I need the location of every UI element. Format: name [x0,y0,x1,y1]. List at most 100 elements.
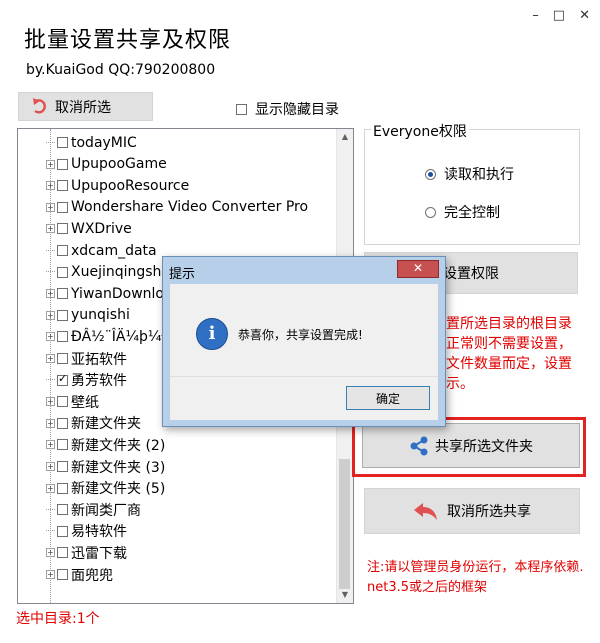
tree-item-label: 迅雷下载 [71,545,127,562]
show-hidden-checkbox[interactable] [236,103,247,115]
show-hidden-toggle[interactable]: 显示隐藏目录 [236,99,339,119]
app-title: 批量设置共享及权限 [24,28,232,53]
expand-icon[interactable]: + [46,310,55,320]
expand-icon[interactable]: + [46,289,55,299]
tree-item[interactable]: + 新建文件夹 [46,413,141,434]
app-subtitle: by.KuaiGod QQ:790200800 [26,62,216,78]
tree-connector [46,530,55,532]
share-folders-button[interactable]: 共享所选文件夹 [362,423,580,468]
tree-item-label: 亚拓软件 [71,351,127,368]
expand-icon[interactable]: + [46,548,55,558]
tree-item[interactable]: Xuejinqingsh [46,262,161,283]
cancel-select-button[interactable]: 取消所选 [18,92,153,121]
radio-full-control-label: 完全控制 [444,205,500,221]
tree-item[interactable]: + UpupooResource [46,175,189,196]
tree-item-checkbox[interactable] [57,396,68,408]
tree-item-checkbox[interactable] [57,201,68,213]
tree-item-label: YiwanDownlo [71,285,164,302]
tree-item[interactable]: + UpupooGame [46,154,167,175]
expand-icon[interactable]: + [46,159,55,169]
dialog-body: i 恭喜你，共享设置完成! 确定 [170,284,438,420]
share-icon [410,436,428,455]
tree-item[interactable]: todayMIC [46,132,137,153]
close-button[interactable]: ✕ [579,8,590,23]
tree-connector [46,141,55,144]
tree-item[interactable]: + 新建文件夹 (2) [46,434,165,455]
tree-item[interactable]: + ĐÂ½¨ÎÄ¼þ¼Ð [46,326,172,347]
status-selected-count: 选中目录:1个 [16,611,100,627]
tree-item[interactable]: 易特软件 [46,521,127,542]
tree-item-checkbox[interactable] [57,331,68,343]
tree-item-checkbox[interactable] [57,288,68,300]
expand-icon[interactable]: + [46,332,55,342]
tree-item-label: yunqishi [71,307,130,324]
scroll-up-arrow-icon[interactable]: ▲ [337,129,353,145]
window-controls: – □ ✕ [532,8,590,23]
set-permission-label: 设置权限 [443,266,499,282]
tree-item-checkbox[interactable] [57,439,68,451]
expand-icon[interactable]: + [46,397,55,407]
tree-item-checkbox[interactable] [57,461,68,472]
tree-item-label: 新建文件夹 [71,416,141,433]
expand-icon[interactable]: + [46,483,55,493]
tree-item[interactable]: + yunqishi [46,305,130,326]
info-icon: i [196,318,228,350]
tree-item[interactable]: + 新建文件夹 (3) [46,456,165,477]
expand-icon[interactable]: + [46,440,55,450]
tree-item-checkbox[interactable] [57,482,68,494]
tree-item[interactable]: + Wondershare Video Converter Pro [46,197,308,218]
tree-item[interactable]: + 亚拓软件 [46,348,127,369]
tree-item[interactable]: + 新建文件夹 (5) [46,478,165,499]
expand-icon[interactable]: + [46,224,55,234]
tree-connector [46,508,55,511]
scroll-down-arrow-icon[interactable]: ▼ [337,587,353,603]
tree-item-checkbox[interactable] [57,266,68,278]
tree-item[interactable]: xdcam_data [46,240,157,261]
expand-icon[interactable]: + [46,181,55,191]
expand-icon[interactable]: + [46,202,55,212]
tree-item-checkbox[interactable] [57,180,68,192]
tree-item[interactable]: + WXDrive [46,218,132,239]
tree-item-checkbox[interactable] [57,372,68,386]
tree-item-checkbox[interactable] [57,223,68,235]
tree-item-checkbox[interactable] [57,309,68,321]
tree-item-checkbox[interactable] [57,137,68,148]
tree-item-checkbox[interactable] [57,569,68,580]
ok-button[interactable]: 确定 [346,386,430,410]
tree-item-checkbox[interactable] [57,245,68,256]
minimize-button[interactable]: – [532,8,539,23]
dialog-close-button[interactable]: ✕ [397,260,439,278]
cancel-share-button[interactable]: 取消所选共享 [364,488,580,534]
tree-item-checkbox[interactable] [57,504,68,516]
tree-item-checkbox[interactable] [57,525,68,537]
expand-icon[interactable]: + [46,570,55,579]
expand-icon[interactable]: + [46,462,55,471]
tree-item-label: 新闻类厂商 [71,502,141,519]
footer-note-line: net3.5或之后的框架 [367,580,488,595]
share-folders-label: 共享所选文件夹 [435,438,533,455]
tree-item[interactable]: + 迅雷下载 [46,542,127,563]
tree-item-checkbox[interactable] [57,547,68,559]
radio-read-execute-button[interactable] [425,168,436,180]
radio-full-control[interactable]: 完全控制 [425,202,500,222]
radio-read-execute[interactable]: 读取和执行 [425,164,514,184]
tree-item-checkbox[interactable] [57,353,68,364]
tree-item-label: WXDrive [71,220,132,237]
tree-item[interactable]: + 面兜兜 [46,564,113,585]
maximize-button[interactable]: □ [553,8,565,23]
tree-item-label: 新建文件夹 (2) [71,437,166,454]
tree-item-label: Xuejinqingsh [71,264,162,281]
tree-item[interactable]: 勇芳软件 [46,370,127,391]
tree-connector [46,379,55,381]
tree-item-checkbox[interactable] [57,158,68,170]
tree-item-label: 新建文件夹 (5) [71,481,166,498]
tree-item[interactable]: + 壁纸 [46,391,99,412]
radio-full-control-button[interactable] [425,206,436,218]
expand-icon[interactable]: + [46,418,55,428]
tree-item[interactable]: + YiwanDownlo [46,283,164,304]
expand-icon[interactable]: + [46,354,55,363]
tree-item-label: 新建文件夹 (3) [71,459,166,476]
tree-item[interactable]: 新闻类厂商 [46,499,141,520]
tree-item-checkbox[interactable] [57,417,68,429]
scroll-thumb[interactable] [339,459,350,589]
